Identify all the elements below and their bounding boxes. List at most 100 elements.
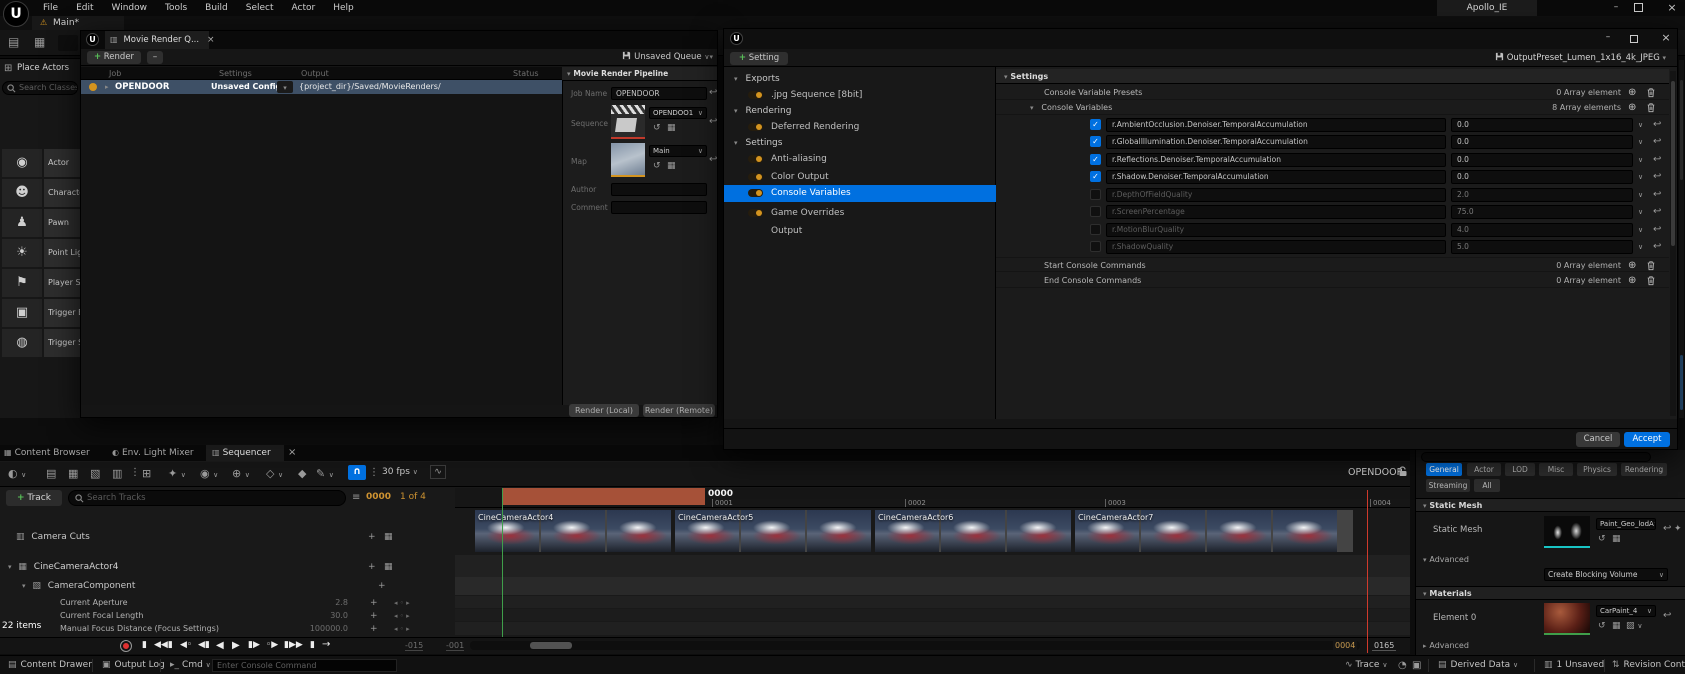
reset-icon[interactable]: ↩ (709, 88, 717, 98)
save-all-icon[interactable]: ▤ (8, 35, 19, 49)
tree-group-exports[interactable]: ▾Exports (724, 71, 996, 87)
add-key-icon[interactable]: + (370, 610, 378, 622)
place-actor-item-pawn[interactable]: ♟ Pawn (0, 209, 80, 237)
element-options-icon[interactable]: ∨ (1638, 208, 1643, 216)
view-options-icon[interactable]: ◉ ∨ (200, 467, 218, 480)
menu-build[interactable]: Build (205, 3, 228, 13)
console-command-input[interactable]: Enter Console Command (212, 659, 397, 672)
mode-selector[interactable] (58, 35, 78, 51)
setting-toggle[interactable] (748, 155, 763, 163)
material-dropdown[interactable]: CarPaint_4∨ (1596, 605, 1656, 617)
setting-toggle[interactable] (748, 189, 763, 197)
filter-icon[interactable]: ≡ (352, 492, 360, 503)
console-variable-presets-row[interactable]: Console Variable Presets 0 Array element… (996, 85, 1669, 100)
tools-icon[interactable]: ✦ ∨ (168, 467, 186, 480)
remove-job-button[interactable]: – (147, 51, 163, 64)
element-options-icon[interactable]: ∨ (1638, 156, 1643, 164)
key-nav-icons[interactable]: ◂ ◦ ▸ (394, 597, 410, 609)
details-tab-streaming[interactable]: Streaming (1426, 479, 1470, 492)
element-options-icon[interactable]: ∨ (1638, 138, 1643, 146)
tab-env-light-mixer[interactable]: ◐Env. Light Mixer (112, 445, 194, 461)
material-options-icon[interactable]: ▨ ∨ (1626, 621, 1643, 631)
add-key-icon[interactable]: + (370, 597, 378, 609)
save-sequence-icon[interactable]: ▤ (46, 467, 56, 480)
render-remote-button[interactable]: Render (Remote) (643, 404, 715, 417)
details-tab-lod[interactable]: LOD (1505, 463, 1535, 476)
column-output[interactable]: Output (301, 67, 329, 80)
variable-name-field[interactable]: r.MotionBlurQuality (1106, 223, 1446, 237)
element-options-icon[interactable]: ∨ (1638, 226, 1643, 234)
delete-elements-icon[interactable] (1646, 260, 1656, 271)
render-queue-add-button[interactable]: + Render (87, 51, 141, 64)
preset-selector[interactable]: OutputPreset_Lumen_1x16_4k_JPEG ▾ (1324, 52, 1666, 63)
jump-to-end-icon[interactable]: ▮ (310, 640, 315, 650)
use-selected-icon[interactable]: ↺ (1598, 534, 1606, 544)
queue-selector[interactable]: Unsaved Queue ∨▾ (581, 51, 713, 62)
pipeline-header[interactable]: ▾ Movie Render Pipeline (562, 67, 717, 81)
details-tab-rendering[interactable]: Rendering (1621, 463, 1667, 476)
minimize-button[interactable]: – (1606, 0, 1626, 16)
variable-name-field[interactable]: r.GlobalIllumination.Denoiser.TemporalAc… (1106, 135, 1446, 149)
delete-elements-icon[interactable] (1646, 87, 1656, 98)
job-config-dropdown[interactable]: ▾ (277, 81, 293, 93)
snap-magnet-button[interactable]: ∩ (348, 465, 366, 480)
variable-name-field[interactable]: r.DepthOfFieldQuality (1106, 188, 1446, 202)
reset-icon[interactable]: ↩ (1663, 611, 1671, 621)
browse-to-asset-icon[interactable]: ▦ (667, 161, 676, 171)
settings-section-header[interactable]: ▾ Settings (996, 69, 1669, 84)
menu-select[interactable]: Select (246, 3, 274, 13)
element-options-icon[interactable]: ∨ (1638, 243, 1643, 251)
play-icon[interactable]: ▶ (232, 640, 240, 651)
author-field[interactable] (611, 183, 707, 196)
stats-icon[interactable]: ◔ (1398, 656, 1407, 674)
use-selected-icon[interactable]: ↺ (653, 123, 661, 133)
minimize-button[interactable]: – (1598, 31, 1618, 47)
step-forward-icon[interactable]: ◦▶ (266, 640, 278, 650)
search-classes-input[interactable]: Search Classes (2, 81, 78, 95)
map-dropdown[interactable]: Main∨ (649, 145, 707, 157)
pane-scrollbar[interactable] (1670, 71, 1676, 416)
jump-to-start-icon[interactable]: ▮ (142, 640, 147, 650)
tree-item-anti-aliasing[interactable]: Anti-aliasing (724, 151, 996, 167)
details-tab-general[interactable]: General (1426, 463, 1462, 476)
render-local-button[interactable]: Render (Local) (569, 404, 639, 417)
place-actor-item-character[interactable]: ☻ Character (0, 179, 80, 207)
content-drawer-button[interactable]: ▤Content Drawer (8, 656, 92, 674)
element-options-icon[interactable]: ∨ (1638, 121, 1643, 129)
reset-icon[interactable]: ↩ (709, 117, 717, 127)
fps-dropdown[interactable]: 30 fps ∨ (382, 467, 418, 477)
tree-group-rendering[interactable]: ▾Rendering (724, 103, 996, 119)
tree-item-game-overrides[interactable]: Game Overrides (724, 205, 996, 221)
variable-checkbox[interactable] (1090, 241, 1101, 252)
element-options-icon[interactable]: ∨ (1638, 191, 1643, 199)
auto-key-icon[interactable]: ◆ (298, 467, 306, 480)
menu-help[interactable]: Help (333, 3, 354, 13)
reset-icon[interactable]: ↩ (1653, 225, 1661, 235)
end-frame-label[interactable]: 0004 (1333, 641, 1357, 650)
menu-actor[interactable]: Actor (292, 3, 316, 13)
reset-icon[interactable]: ↩ (1663, 524, 1671, 534)
editor-scrollbar[interactable] (1679, 60, 1684, 418)
material-thumbnail[interactable] (1544, 603, 1590, 635)
snap-options-icon[interactable]: ⋮ (369, 467, 379, 478)
variable-name-field[interactable]: r.ShadowQuality (1106, 240, 1446, 254)
add-element-icon[interactable]: ⊕ (1628, 273, 1636, 288)
playhead-line[interactable] (1367, 490, 1368, 653)
advanced-expander[interactable]: ▾ Advanced (1416, 553, 1685, 566)
browse-to-asset-icon[interactable]: ▦ (1612, 621, 1621, 631)
track-current-aperture[interactable]: Current Aperture 2.8 + ◂ ◦ ▸ (0, 597, 455, 609)
close-button[interactable]: × (1656, 31, 1676, 47)
variable-value-field[interactable]: 75.0 (1451, 205, 1633, 219)
variable-value-field[interactable]: 0.0 (1451, 170, 1633, 184)
variable-checkbox[interactable]: ✓ (1090, 136, 1101, 147)
add-track-icon[interactable]: + (378, 578, 386, 594)
add-track-icon[interactable]: + (368, 558, 376, 576)
static-mesh-thumbnail[interactable] (1544, 516, 1590, 548)
variable-checkbox[interactable]: ✓ (1090, 171, 1101, 182)
details-tab-misc[interactable]: Misc (1539, 463, 1573, 476)
menu-file[interactable]: File (43, 3, 58, 13)
clapper-icon[interactable]: ▥ (112, 467, 122, 480)
camera-icon[interactable]: ▦ (384, 558, 393, 576)
element-options-icon[interactable]: ∨ (1638, 173, 1643, 181)
tree-item-jpg-sequence[interactable]: .jpg Sequence [8bit] (724, 87, 996, 103)
